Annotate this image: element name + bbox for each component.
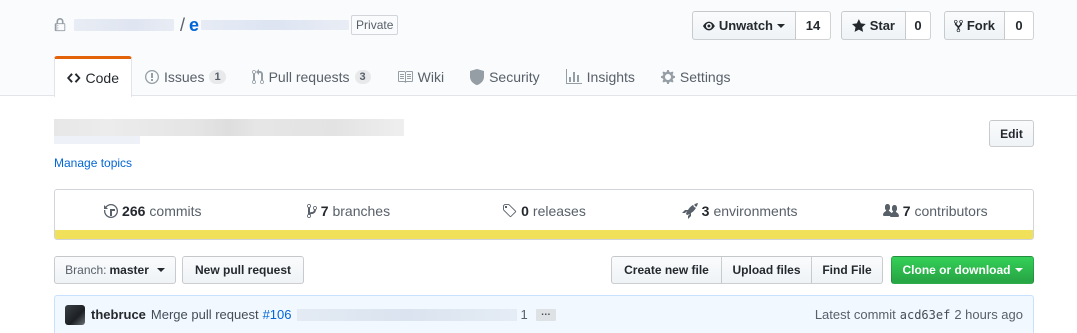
find-file-button[interactable]: Find File [811, 256, 883, 284]
clone-label: Clone or download [902, 263, 1011, 277]
tab-settings[interactable]: Settings [648, 56, 744, 96]
tab-security[interactable]: Security [457, 56, 553, 96]
commit-message-redacted [296, 308, 517, 321]
repo-description-redacted [54, 119, 404, 136]
repo-title: / e Private [54, 12, 399, 38]
manage-topics-link[interactable]: Manage topics [54, 156, 132, 170]
code-icon [67, 73, 81, 83]
pull-requests-count-badge: 3 [354, 69, 371, 84]
tab-issues[interactable]: Issues 1 [132, 56, 239, 96]
tab-label: Insights [586, 68, 635, 85]
unwatch-label: Unwatch [718, 18, 773, 33]
environments-label: environments [713, 203, 798, 219]
environments-count: 3 [701, 203, 710, 219]
contributors-link[interactable]: 7 contributors [837, 203, 1033, 219]
gear-icon [660, 69, 675, 84]
tab-label: Issues [164, 68, 205, 85]
git-pull-request-icon [251, 68, 264, 84]
star-label: Star [869, 18, 895, 33]
commits-count: 266 [122, 203, 146, 219]
latest-commit-bar: thebruce Merge pull request #106 1 … Lat… [54, 295, 1034, 333]
private-label: Private [351, 15, 399, 35]
fork-label: Fork [966, 18, 995, 33]
branch-name: master [109, 263, 149, 277]
repo-name-link[interactable]: e [189, 15, 351, 36]
tab-wiki[interactable]: Wiki [384, 56, 457, 96]
branches-link[interactable]: 7 branches [251, 203, 447, 219]
chevron-down-icon [1014, 268, 1023, 272]
commits-label: commits [149, 203, 202, 219]
star-group: Star 0 [841, 11, 931, 40]
contributors-count: 7 [902, 203, 911, 219]
clone-or-download-button[interactable]: Clone or download [891, 256, 1034, 284]
branch-select-button[interactable]: Branch: master [54, 256, 176, 284]
releases-count: 0 [521, 203, 529, 219]
lock-icon [54, 18, 66, 32]
git-branch-icon [306, 204, 317, 218]
book-icon [397, 70, 413, 83]
repo-nav-tabs: Code Issues 1 Pull requests 3 Wiki Secur… [54, 56, 744, 97]
edit-description-button[interactable]: Edit [989, 120, 1034, 147]
expand-commit-message-button[interactable]: … [535, 307, 556, 321]
path-separator: / [180, 14, 186, 35]
branches-label: branches [332, 203, 391, 219]
language-bar[interactable] [55, 230, 1033, 239]
branches-count: 7 [320, 203, 329, 219]
repo-owner-redacted[interactable] [74, 19, 174, 31]
environments-link[interactable]: 3 environments [642, 203, 838, 219]
repo-name: e [189, 14, 200, 35]
create-new-file-button[interactable]: Create new file [611, 256, 722, 284]
watchers-count[interactable]: 14 [796, 11, 831, 40]
tab-label: Pull requests [268, 68, 350, 85]
releases-link[interactable]: 0 releases [446, 203, 642, 219]
commits-link[interactable]: 266 commits [55, 203, 251, 219]
latest-commit-label: Latest commit [814, 307, 896, 322]
repo-forked-icon [954, 19, 963, 32]
contributors-label: contributors [914, 203, 988, 219]
unwatch-button[interactable]: Unwatch [692, 11, 796, 40]
repo-name-redacted [201, 20, 350, 30]
repo-header: / e Private Unwatch 14 Star 0 Fork 0 Cod… [0, 0, 1077, 97]
issues-count-badge: 1 [209, 69, 226, 84]
tab-label: Wiki [417, 68, 445, 85]
commit-time: 2 hours ago [954, 307, 1023, 322]
tag-icon [503, 204, 517, 218]
releases-label: releases [532, 203, 586, 219]
repo-homepage-redacted[interactable] [54, 136, 140, 144]
branch-prefix-label: Branch: [65, 263, 107, 277]
commit-pr-link[interactable]: #106 [263, 307, 292, 322]
commit-message[interactable]: Merge pull request [151, 307, 259, 322]
tab-label: Security [489, 68, 540, 85]
forks-count[interactable]: 0 [1005, 11, 1034, 40]
file-navigation-group: Create new file Upload files Find File [611, 256, 883, 284]
fork-button[interactable]: Fork [944, 11, 1005, 40]
tab-code[interactable]: Code [54, 56, 132, 97]
new-pull-request-button[interactable]: New pull request [182, 256, 304, 284]
chevron-down-icon [156, 268, 165, 272]
people-icon [882, 204, 899, 217]
history-icon [104, 204, 119, 218]
commit-sha-link[interactable]: acd63ef [900, 308, 951, 322]
eye-icon [703, 21, 715, 30]
fork-group: Fork 0 [944, 11, 1034, 40]
avatar[interactable] [65, 304, 85, 325]
tab-label: Code [85, 70, 119, 86]
tab-pull-requests[interactable]: Pull requests 3 [239, 56, 384, 96]
graph-icon [565, 68, 582, 84]
star-icon [852, 18, 866, 32]
star-button[interactable]: Star [841, 11, 906, 40]
tab-label: Settings [679, 68, 731, 85]
shield-icon [470, 68, 485, 85]
chevron-down-icon [777, 23, 785, 28]
rocket-icon [681, 203, 698, 219]
watch-group: Unwatch 14 [692, 11, 831, 40]
issue-opened-icon [145, 69, 159, 84]
commit-message-tail: 1 [520, 307, 528, 322]
tab-insights[interactable]: Insights [553, 56, 648, 96]
repo-summary: 266 commits 7 branches 0 releases 3 envi… [54, 189, 1034, 240]
latest-commit-info: Latest commit acd63ef 2 hours ago [815, 307, 1023, 322]
stargazers-count[interactable]: 0 [906, 11, 931, 40]
upload-files-button[interactable]: Upload files [721, 256, 812, 284]
commit-author[interactable]: thebruce [91, 307, 146, 322]
